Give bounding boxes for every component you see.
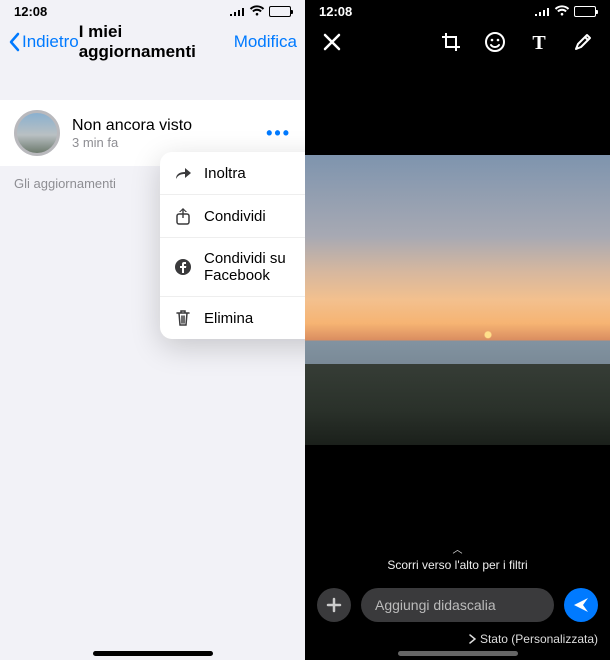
wifi-icon (249, 5, 265, 17)
caption-input[interactable]: Aggiungi didascalia (361, 588, 554, 622)
nav-bar: Indietro I miei aggiornamenti Modifica (0, 20, 305, 64)
facebook-icon (174, 258, 192, 276)
plus-icon (325, 596, 343, 614)
text-icon: T (529, 32, 549, 52)
filters-hint-label: Scorri verso l'alto per i filtri (387, 558, 527, 572)
status-text: Non ancora visto 3 min fa (72, 117, 192, 150)
status-indicators (534, 5, 596, 17)
chevron-right-icon (468, 634, 476, 644)
svg-text:T: T (532, 32, 546, 52)
close-button[interactable] (319, 29, 345, 55)
menu-label: Elimina (204, 310, 253, 327)
send-button[interactable] (564, 588, 598, 622)
clock: 12:08 (14, 4, 47, 19)
status-indicators (229, 5, 291, 17)
signal-icon (534, 6, 550, 16)
pencil-icon (573, 32, 593, 52)
filters-hint[interactable]: ︿ Scorri verso l'alto per i filtri (305, 541, 610, 572)
crop-rotate-icon (440, 31, 462, 53)
caption-bar: Aggiungi didascalia (305, 588, 610, 622)
privacy-label: Stato (Personalizzata) (480, 632, 598, 646)
battery-icon (269, 6, 291, 17)
close-icon (322, 32, 342, 52)
caption-placeholder: Aggiungi didascalia (375, 597, 496, 613)
emoji-icon (484, 31, 506, 53)
chevron-up-icon: ︿ (305, 541, 610, 556)
back-button[interactable]: Indietro (8, 32, 79, 52)
sticker-button[interactable] (482, 29, 508, 55)
add-media-button[interactable] (317, 588, 351, 622)
wifi-icon (554, 5, 570, 17)
text-button[interactable]: T (526, 29, 552, 55)
signal-icon (229, 6, 245, 16)
forward-arrow-icon (174, 164, 192, 182)
more-options-button[interactable]: ••• (266, 123, 291, 144)
crop-button[interactable] (438, 29, 464, 55)
back-label: Indietro (22, 32, 79, 52)
page-title: I miei aggiornamenti (79, 22, 234, 62)
clock: 12:08 (319, 4, 352, 19)
status-title: Non ancora visto (72, 117, 192, 135)
updates-list-screen: 12:08 Indietro I miei aggiornamenti Modi… (0, 0, 305, 660)
menu-label: Condividi (204, 208, 266, 225)
status-editor-screen: 12:08 T ︿ Scorri verso l' (305, 0, 610, 660)
status-photo-preview[interactable] (305, 155, 610, 445)
privacy-selector[interactable]: Stato (Personalizzata) (468, 632, 598, 646)
status-thumbnail (14, 110, 60, 156)
home-indicator[interactable] (398, 651, 518, 656)
battery-icon (574, 6, 596, 17)
send-icon (572, 596, 590, 614)
draw-button[interactable] (570, 29, 596, 55)
status-bar: 12:08 (0, 0, 305, 20)
menu-label: Inoltra (204, 165, 246, 182)
status-bar: 12:08 (305, 0, 610, 20)
home-indicator[interactable] (93, 651, 213, 656)
edit-button[interactable]: Modifica (234, 32, 297, 52)
share-icon (174, 207, 192, 225)
chevron-left-icon (8, 32, 20, 52)
editor-toolbar: T (305, 20, 610, 64)
trash-icon (174, 309, 192, 327)
status-timestamp: 3 min fa (72, 135, 192, 150)
